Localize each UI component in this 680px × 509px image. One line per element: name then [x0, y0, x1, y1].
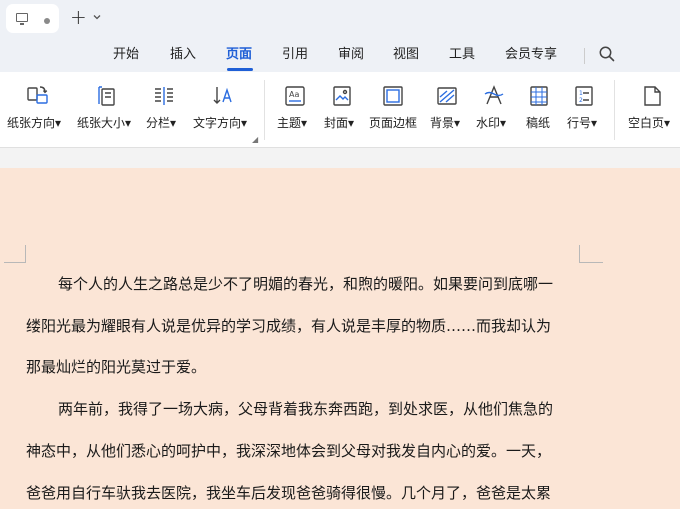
page-orientation-icon — [25, 84, 49, 108]
search-icon[interactable] — [598, 45, 616, 63]
ribbon-group-divider — [614, 80, 615, 140]
dialog-launcher-icon[interactable]: ◢ — [252, 136, 258, 144]
page-border-label: 页面边框 — [369, 116, 418, 130]
columns-icon — [152, 84, 176, 108]
ribbon-toolbar: 纸张方向▾ 纸张大小▾ 分栏▾ 文字方向▾ ◢ Aa 主题▾ 封面▾ 页面边框 … — [0, 72, 680, 148]
svg-text:1: 1 — [579, 90, 583, 97]
line-numbers-label: 行号▾ — [567, 116, 598, 130]
columns-label: 分栏▾ — [146, 116, 177, 130]
cover-page-label: 封面▾ — [324, 116, 355, 130]
document-tab[interactable] — [6, 4, 59, 33]
paragraph-line: 两年前，我得了一场大病，父母背着我东奔西跑，到处求医，从他们焦急的 — [58, 400, 554, 418]
paragraph-line: 爸爸用自行车驮我去医院，我坐车后发现爸爸骑得很慢。几个月了，爸爸是太累 — [26, 484, 552, 502]
menu-page[interactable]: 页面 — [226, 46, 252, 63]
ribbon-group-divider — [264, 80, 265, 140]
menu-review[interactable]: 审阅 — [338, 46, 364, 63]
manuscript-paper-label: 稿纸 — [526, 116, 551, 130]
blank-page-label: 空白页▾ — [628, 116, 671, 130]
menu-divider — [584, 48, 585, 64]
dot-icon — [44, 18, 50, 24]
page-orientation-button[interactable]: 纸张方向▾ — [6, 72, 66, 148]
cover-page-button[interactable]: 封面▾ — [321, 72, 361, 148]
paragraph-line: 缕阳光最为耀眼有人说是优异的学习成绩，有人说是丰厚的物质……而我却认为 — [26, 317, 552, 335]
blank-page-icon — [640, 84, 664, 108]
monitor-icon — [16, 13, 28, 25]
paragraph-line: 每个人的人生之路总是少不了明媚的春光，和煦的暖阳。如果要问到底哪一 — [58, 275, 554, 293]
watermark-label: 水印▾ — [476, 116, 507, 130]
line-numbers-button[interactable]: 12 行号▾ — [565, 72, 605, 148]
menu-member[interactable]: 会员专享 — [505, 46, 557, 63]
menu-view[interactable]: 视图 — [393, 46, 419, 63]
theme-button[interactable]: Aa 主题▾ — [274, 72, 314, 148]
paragraph-line: 神态中，从他们悉心的呵护中，我深深地体会到父母对我发自内心的爱。一天， — [26, 442, 552, 460]
menu-start[interactable]: 开始 — [113, 46, 139, 63]
page-border-button[interactable]: 页面边框 — [366, 72, 420, 148]
manuscript-paper-button[interactable]: 稿纸 — [522, 72, 556, 148]
crop-mark-right — [579, 245, 603, 263]
theme-label: 主题▾ — [277, 116, 308, 130]
crop-mark-left — [4, 245, 26, 263]
line-numbers-icon: 12 — [572, 84, 596, 108]
title-bar: + — [0, 0, 680, 38]
text-direction-icon — [211, 84, 235, 108]
theme-icon: Aa — [283, 84, 307, 108]
ribbon-shadow-gap — [0, 148, 680, 168]
menu-references[interactable]: 引用 — [282, 46, 308, 63]
background-button[interactable]: 背景▾ — [428, 72, 466, 148]
document-page[interactable]: 每个人的人生之路总是少不了明媚的春光，和煦的暖阳。如果要问到底哪一 缕阳光最为耀… — [0, 168, 680, 509]
active-tab-indicator — [227, 68, 253, 71]
svg-text:Aa: Aa — [289, 90, 299, 99]
text-direction-label: 文字方向▾ — [193, 116, 248, 130]
background-icon — [435, 84, 459, 108]
plus-icon: + — [70, 5, 87, 29]
menu-insert[interactable]: 插入 — [170, 46, 196, 63]
page-orientation-label: 纸张方向▾ — [7, 116, 62, 130]
page-size-button[interactable]: 纸张大小▾ — [76, 72, 136, 148]
watermark-button[interactable]: 水印▾ — [474, 72, 514, 148]
menu-tools[interactable]: 工具 — [449, 46, 475, 63]
manuscript-paper-icon — [527, 84, 551, 108]
watermark-icon — [482, 84, 506, 108]
paragraph-line: 那最灿烂的阳光莫过于爱。 — [26, 358, 207, 376]
background-label: 背景▾ — [430, 116, 461, 130]
chevron-down-icon — [92, 11, 102, 27]
blank-page-button[interactable]: 空白页▾ — [624, 72, 678, 148]
text-direction-button[interactable]: 文字方向▾ — [192, 72, 254, 148]
svg-text:2: 2 — [579, 97, 583, 104]
columns-button[interactable]: 分栏▾ — [144, 72, 186, 148]
page-border-icon — [381, 84, 405, 108]
menu-bar: 开始 插入 页面 引用 审阅 视图 工具 会员专享 — [0, 38, 680, 72]
page-size-icon — [95, 84, 119, 108]
page-size-label: 纸张大小▾ — [77, 116, 132, 130]
new-tab-button[interactable]: + — [68, 5, 108, 30]
cover-page-icon — [330, 84, 354, 108]
